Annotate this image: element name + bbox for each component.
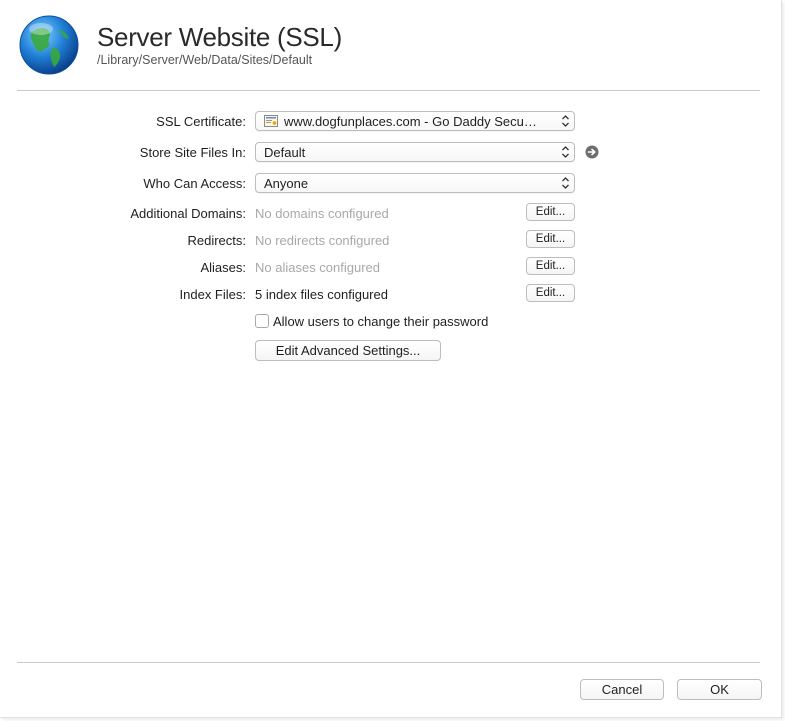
chevron-updown-icon: [562, 177, 569, 189]
edit-index-files-button[interactable]: Edit...: [526, 284, 575, 302]
who-can-access-label: Who Can Access:: [143, 176, 246, 191]
index-files-value: 5 index files configured: [255, 287, 388, 302]
chevron-updown-icon: [562, 146, 569, 158]
edit-domains-button[interactable]: Edit...: [526, 203, 575, 221]
ssl-certificate-label: SSL Certificate:: [156, 114, 246, 129]
globe-icon: [19, 15, 79, 75]
server-website-dialog: Server Website (SSL) /Library/Server/Web…: [0, 0, 782, 718]
index-files-label: Index Files:: [179, 287, 246, 302]
store-site-files-label: Store Site Files In:: [139, 145, 246, 160]
edit-advanced-settings-button[interactable]: Edit Advanced Settings...: [255, 340, 441, 361]
allow-password-change-checkbox[interactable]: [255, 314, 269, 328]
store-site-files-popup[interactable]: Default: [255, 142, 575, 162]
store-site-files-value: Default: [264, 145, 306, 160]
header-separator: [17, 90, 760, 91]
allow-password-change-label[interactable]: Allow users to change their password: [273, 314, 488, 329]
aliases-label: Aliases:: [200, 260, 246, 275]
footer-separator: [17, 662, 760, 663]
page-title: Server Website (SSL): [97, 22, 342, 52]
redirects-value: No redirects configured: [255, 233, 390, 248]
go-arrow-icon[interactable]: [585, 145, 599, 159]
edit-redirects-button[interactable]: Edit...: [526, 230, 575, 248]
who-can-access-popup[interactable]: Anyone: [255, 173, 575, 193]
who-can-access-value: Anyone: [264, 176, 309, 191]
aliases-value: No aliases configured: [255, 260, 381, 275]
ssl-certificate-popup[interactable]: www.dogfunplaces.com - Go Daddy Secu…: [255, 111, 575, 131]
chevron-updown-icon: [562, 115, 569, 127]
additional-domains-label: Additional Domains:: [130, 206, 246, 221]
edit-aliases-button[interactable]: Edit...: [526, 257, 575, 275]
certificate-icon: [264, 115, 278, 127]
ssl-certificate-value: www.dogfunplaces.com - Go Daddy Secu…: [284, 114, 537, 129]
site-path: /Library/Server/Web/Data/Sites/Default: [97, 53, 313, 67]
additional-domains-value: No domains configured: [255, 206, 389, 221]
cancel-button[interactable]: Cancel: [580, 679, 664, 700]
redirects-label: Redirects:: [187, 233, 246, 248]
ok-button[interactable]: OK: [677, 679, 762, 700]
